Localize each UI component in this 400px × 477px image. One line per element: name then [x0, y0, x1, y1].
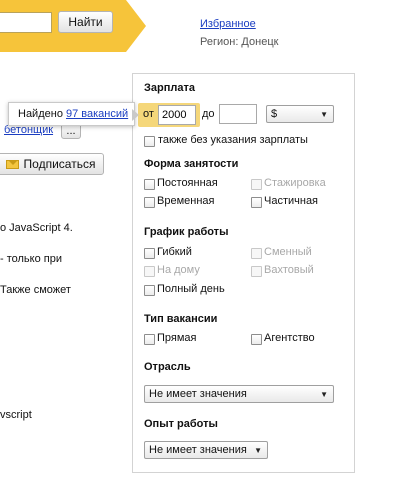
subscribe-button[interactable]: Подписаться	[0, 153, 104, 175]
salary-from-label: от	[143, 108, 154, 120]
dropdown-arrow-icon: ▼	[320, 390, 328, 399]
vacancies-count-link[interactable]: 97 вакансий	[66, 108, 128, 120]
find-button[interactable]: Найти	[58, 11, 113, 33]
internship-label: Стажировка	[264, 177, 326, 189]
industry-select[interactable]: Не имеет значения ▼	[144, 385, 334, 403]
flexible-label: Гибкий	[157, 246, 192, 258]
remote-label: На дому	[157, 264, 200, 276]
employment-title: Форма занятости	[144, 158, 239, 170]
region-label: Регион: Донецк	[200, 36, 279, 48]
salary-to-input[interactable]	[219, 104, 257, 124]
direct-checkbox[interactable]	[144, 334, 155, 345]
dropdown-arrow-icon: ▼	[254, 446, 262, 455]
no-salary-label: также без указания зарплаты	[158, 134, 308, 146]
envelope-icon	[5, 159, 19, 169]
shift-checkbox[interactable]	[251, 248, 262, 259]
experience-select[interactable]: Не имеет значения ▼	[144, 441, 268, 459]
industry-value: Не имеет значения	[149, 388, 247, 400]
schedule-title: График работы	[144, 226, 229, 238]
salary-title: Зарплата	[144, 82, 195, 94]
permanent-label: Постоянная	[157, 177, 218, 189]
partial-checkbox[interactable]	[251, 197, 262, 208]
temporary-label: Временная	[157, 195, 215, 207]
partial-label: Частичная	[264, 195, 319, 207]
background-text-3: Также сможет	[0, 284, 71, 296]
dropdown-arrow-icon: ▼	[320, 110, 328, 119]
experience-title: Опыт работы	[144, 418, 218, 430]
shift-label: Сменный	[264, 246, 312, 258]
temporary-checkbox[interactable]	[144, 197, 155, 208]
salary-to-label: до	[202, 108, 215, 120]
rotation-label: Вахтовый	[264, 264, 314, 276]
background-text-1: о JavaScript 4.	[0, 222, 73, 234]
agency-checkbox[interactable]	[251, 334, 262, 345]
subscribe-label: Подписаться	[23, 157, 96, 171]
remote-checkbox[interactable]	[144, 266, 155, 277]
no-salary-checkbox[interactable]	[144, 136, 155, 147]
currency-select[interactable]: $ ▼	[266, 105, 334, 123]
agency-label: Агентство	[264, 332, 315, 344]
favorites-link[interactable]: Избранное	[200, 18, 256, 30]
search-input[interactable]	[0, 12, 52, 33]
experience-value: Не имеет значения	[149, 444, 247, 456]
results-tooltip: Найдено 97 вакансий	[8, 102, 135, 126]
background-text-2: - только при	[0, 253, 62, 265]
flexible-checkbox[interactable]	[144, 248, 155, 259]
fullday-label: Полный день	[157, 283, 225, 295]
internship-checkbox[interactable]	[251, 179, 262, 190]
permanent-checkbox[interactable]	[144, 179, 155, 190]
direct-label: Прямая	[157, 332, 197, 344]
fullday-checkbox[interactable]	[144, 285, 155, 296]
currency-value: $	[271, 108, 278, 120]
vacancy-type-title: Тип вакансии	[144, 313, 218, 325]
tooltip-prefix: Найдено	[18, 108, 63, 120]
industry-title: Отрасль	[144, 361, 191, 373]
background-text-4: vscript	[0, 409, 32, 421]
tooltip-pointer	[132, 109, 139, 121]
rotation-checkbox[interactable]	[251, 266, 262, 277]
salary-from-input[interactable]	[158, 105, 196, 125]
